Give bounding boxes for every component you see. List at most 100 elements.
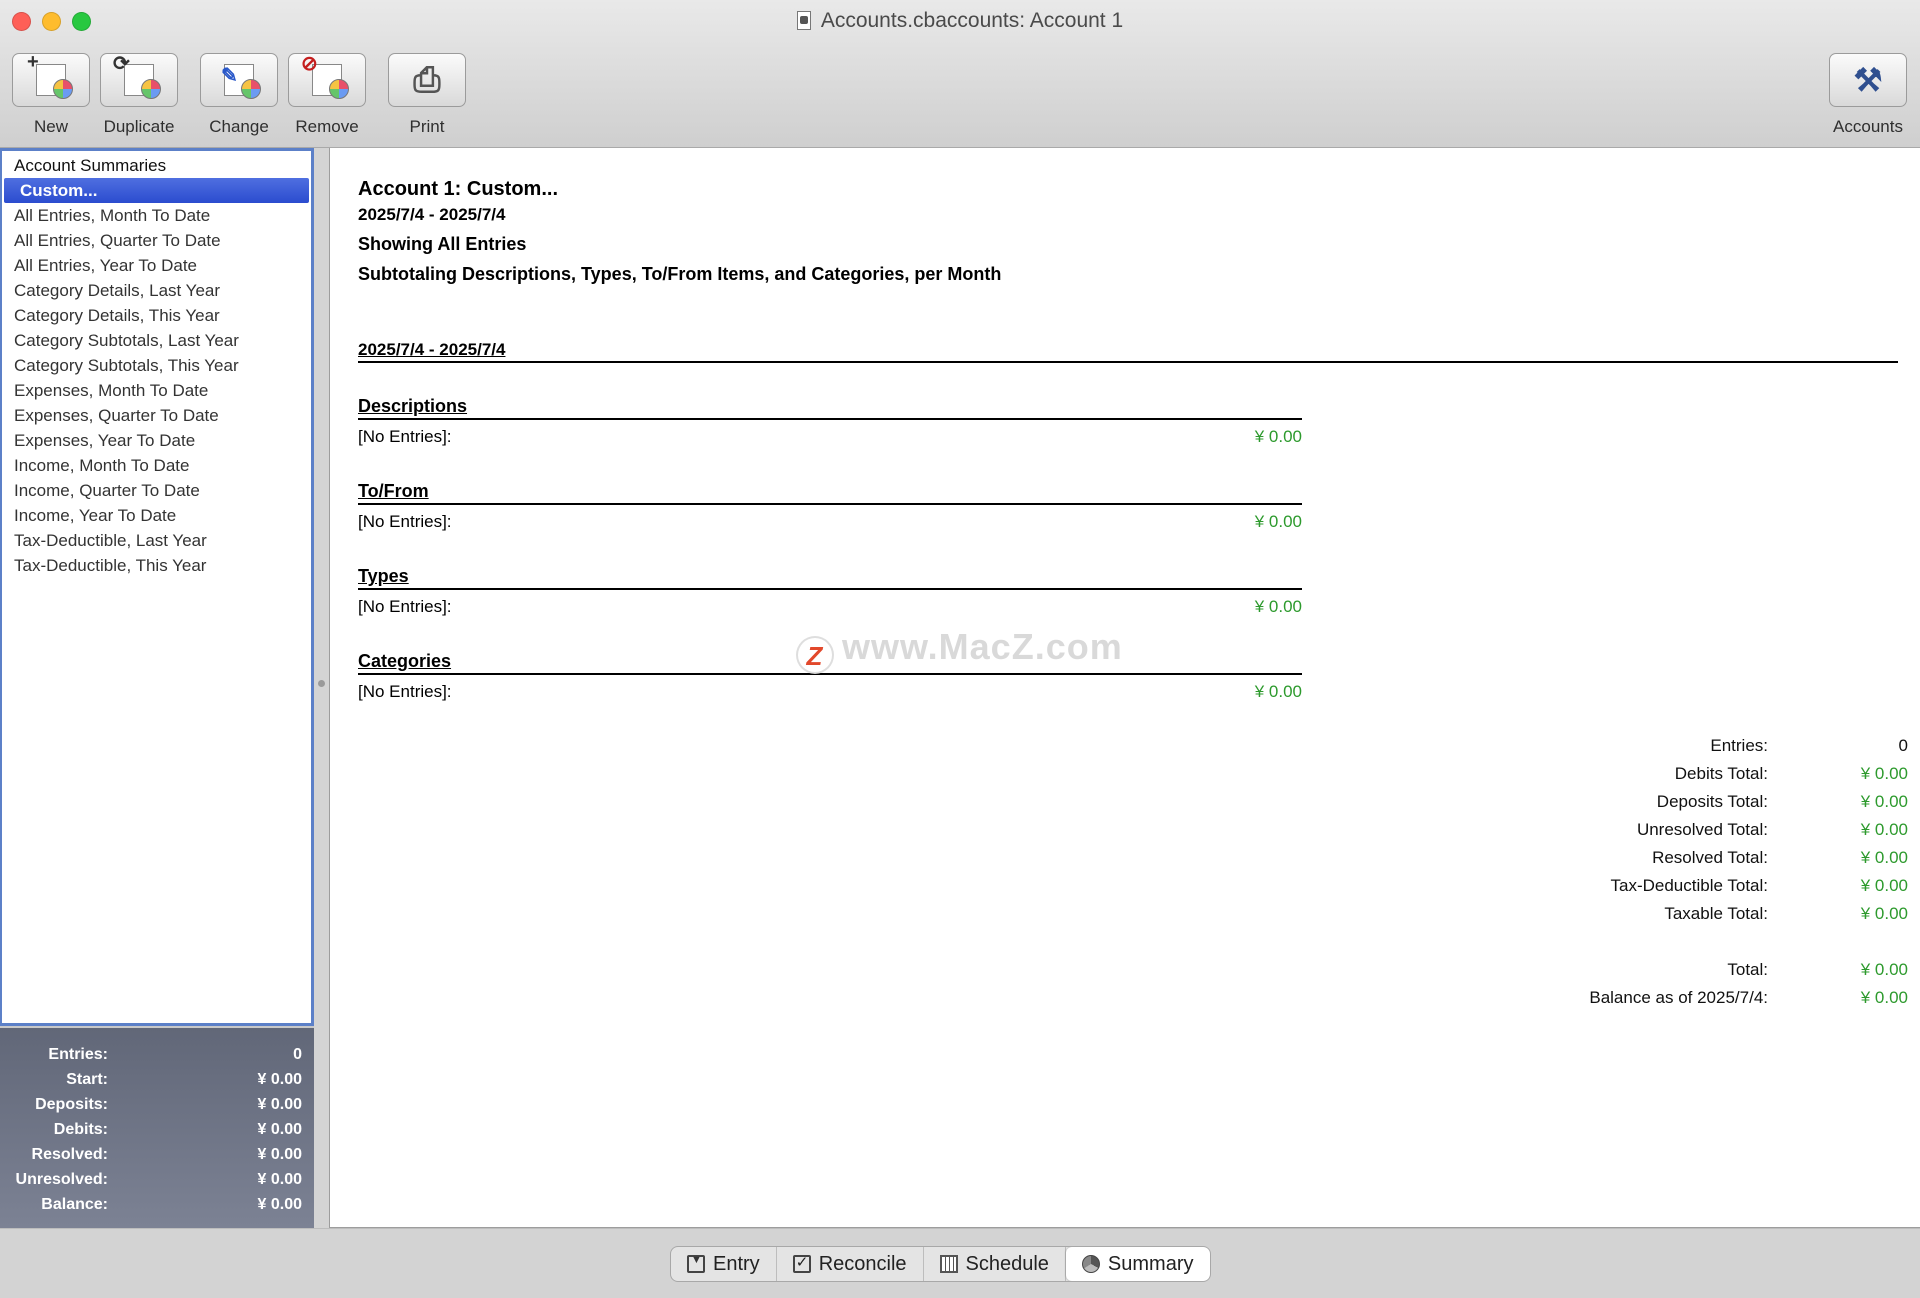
section-row: [No Entries]: ¥ 0.00 <box>358 682 1302 702</box>
new-button[interactable]: + New <box>12 51 90 137</box>
total-value: 0 <box>1898 736 1908 755</box>
change-button-frame[interactable]: ✎ <box>200 53 278 107</box>
total-row: Unresolved Total: ¥ 0.00 <box>1428 816 1908 844</box>
stat-row: Balance: ¥ 0.00 <box>0 1192 314 1217</box>
tab-schedule[interactable]: Schedule <box>924 1247 1066 1281</box>
report-header: Account 1: Custom... 2025/7/4 - 2025/7/4… <box>358 178 1001 294</box>
summary-item[interactable]: Expenses, Month To Date <box>2 378 311 403</box>
summary-item[interactable]: Category Subtotals, Last Year <box>2 328 311 353</box>
summary-item[interactable]: All Entries, Quarter To Date <box>2 228 311 253</box>
tab-summary[interactable]: Summary <box>1065 1247 1210 1281</box>
section-title: Types <box>358 566 1302 590</box>
total-value: ¥ 0.00 <box>1860 848 1908 867</box>
tab-label: Summary <box>1107 1252 1194 1275</box>
entry-icon <box>687 1254 705 1273</box>
summary-item[interactable]: Tax-Deductible, This Year <box>2 553 311 578</box>
calendar-grid-icon <box>939 1255 958 1273</box>
summary-item[interactable]: Category Details, Last Year <box>2 278 311 303</box>
tab-label: Schedule <box>965 1252 1049 1275</box>
summary-item[interactable]: Income, Year To Date <box>2 503 311 528</box>
total-row: Tax-Deductible Total: ¥ 0.00 <box>1428 872 1909 900</box>
balance-row: Balance as of 2025/7/4: ¥ 0.00 <box>1428 984 1908 1012</box>
summary-item[interactable]: Expenses, Quarter To Date <box>2 403 311 428</box>
stat-label: Start: <box>66 1071 108 1088</box>
remove-button[interactable]: ⊘ Remove <box>288 53 366 137</box>
print-button-frame[interactable]: ⎙ <box>388 53 466 107</box>
section-descriptions: Descriptions [No Entries]: ¥ 0.00 <box>358 396 1302 447</box>
summary-item-custom[interactable]: Custom... <box>4 178 309 203</box>
watermark: Zwww.MacZ.com <box>796 626 1123 674</box>
remove-button-frame[interactable]: ⊘ <box>288 53 366 107</box>
summary-item[interactable]: Category Subtotals, This Year <box>2 353 311 378</box>
tab-label: Reconcile <box>818 1252 907 1275</box>
remove-button-label: Remove <box>295 117 359 136</box>
summary-list[interactable]: Account Summaries Custom... All Entries,… <box>0 148 314 1026</box>
section-row: [No Entries]: ¥ 0.00 <box>358 512 1302 532</box>
stat-value: ¥ 0.00 <box>257 1096 302 1113</box>
stat-value: ¥ 0.00 <box>257 1071 302 1088</box>
row-amount: ¥ 0.00 <box>1254 427 1302 446</box>
pie-chart-icon <box>1081 1255 1100 1273</box>
report-date-range: 2025/7/4 - 2025/7/4 <box>358 205 506 224</box>
splitter-grip-icon[interactable] <box>318 680 325 687</box>
summary-item[interactable]: Income, Month To Date <box>2 453 311 478</box>
accounts-button[interactable]: ⚒ Accounts <box>1829 53 1907 137</box>
duplicate-button-frame[interactable]: ⟳ <box>100 53 178 107</box>
report-showing: Showing All Entries <box>358 234 527 254</box>
tab-entry[interactable]: Entry <box>671 1247 777 1281</box>
total-label: Entries: <box>1710 736 1768 755</box>
total-label: Resolved Total: <box>1652 848 1768 867</box>
section-to-from: To/From [No Entries]: ¥ 0.00 <box>358 481 1302 532</box>
stat-value: ¥ 0.00 <box>257 1171 302 1188</box>
split-view-divider[interactable] <box>314 148 329 1228</box>
accounts-button-frame[interactable]: ⚒ <box>1829 53 1907 107</box>
change-button[interactable]: ✎ Change <box>200 53 278 137</box>
total-value: ¥ 0.00 <box>1860 792 1908 811</box>
summary-item[interactable]: Category Details, This Year <box>2 303 311 328</box>
total-label: Total: <box>1727 960 1768 979</box>
summary-item[interactable]: Expenses, Year To Date <box>2 428 311 453</box>
stat-row: Resolved: ¥ 0.00 <box>0 1142 314 1167</box>
total-row: Resolved Total: ¥ 0.00 <box>1428 844 1908 872</box>
report-period-heading: 2025/7/4 - 2025/7/4 <box>358 340 1898 363</box>
total-label: Balance as of 2025/7/4: <box>1589 988 1768 1007</box>
stat-label: Deposits: <box>35 1096 108 1113</box>
grand-total-row: Total: ¥ 0.00 <box>1428 956 1908 984</box>
total-value: ¥ 0.00 <box>1860 960 1908 979</box>
total-value: ¥ 0.00 <box>1860 764 1908 783</box>
summary-list-header: Account Summaries <box>14 156 167 175</box>
print-button[interactable]: ⎙ Print <box>388 53 466 137</box>
new-button-frame[interactable]: + <box>12 51 90 107</box>
total-row: Deposits Total: ¥ 0.00 <box>1428 788 1908 816</box>
accounts-button-label: Accounts <box>1833 117 1903 136</box>
summary-item[interactable]: All Entries, Month To Date <box>2 203 311 228</box>
total-value: ¥ 0.00 <box>1860 988 1908 1007</box>
print-button-label: Print <box>409 117 445 136</box>
new-icon: + <box>27 51 73 99</box>
checkbox-icon <box>792 1253 811 1273</box>
total-row: Debits Total: ¥ 0.00 <box>1428 760 1908 788</box>
summary-item[interactable]: Income, Quarter To Date <box>2 478 311 503</box>
new-button-label: New <box>33 117 68 136</box>
tools-icon: ⚒ <box>1853 62 1883 98</box>
remove-icon: ⊘ <box>301 53 349 99</box>
duplicate-button[interactable]: ⟳ Duplicate <box>100 53 178 137</box>
tab-label: Entry <box>713 1252 760 1275</box>
summary-item[interactable]: All Entries, Year To Date <box>2 253 311 278</box>
window-title: Accounts.cbaccounts: Account 1 <box>0 9 1920 33</box>
total-value: ¥ 0.00 <box>1860 876 1908 895</box>
change-button-label: Change <box>209 117 269 136</box>
report-totals: Entries: 0 Debits Total: ¥ 0.00 Deposits T… <box>1428 732 1908 1012</box>
stat-row: Deposits: ¥ 0.00 <box>0 1092 314 1117</box>
total-label: Deposits Total: <box>1656 792 1768 811</box>
change-pencil-icon: ✎ <box>221 64 261 99</box>
stat-label: Debits: <box>53 1121 108 1138</box>
summary-item[interactable]: Tax-Deductible, Last Year <box>2 528 311 553</box>
total-label: Debits Total: <box>1674 764 1768 783</box>
stat-value: 0 <box>293 1046 302 1063</box>
duplicate-button-label: Duplicate <box>103 117 175 136</box>
total-label: Taxable Total: <box>1664 904 1768 923</box>
sidebar: Account Summaries Custom... All Entries,… <box>0 148 314 1228</box>
total-row: Entries: 0 <box>1428 732 1908 760</box>
tab-reconcile[interactable]: Reconcile <box>777 1247 924 1281</box>
